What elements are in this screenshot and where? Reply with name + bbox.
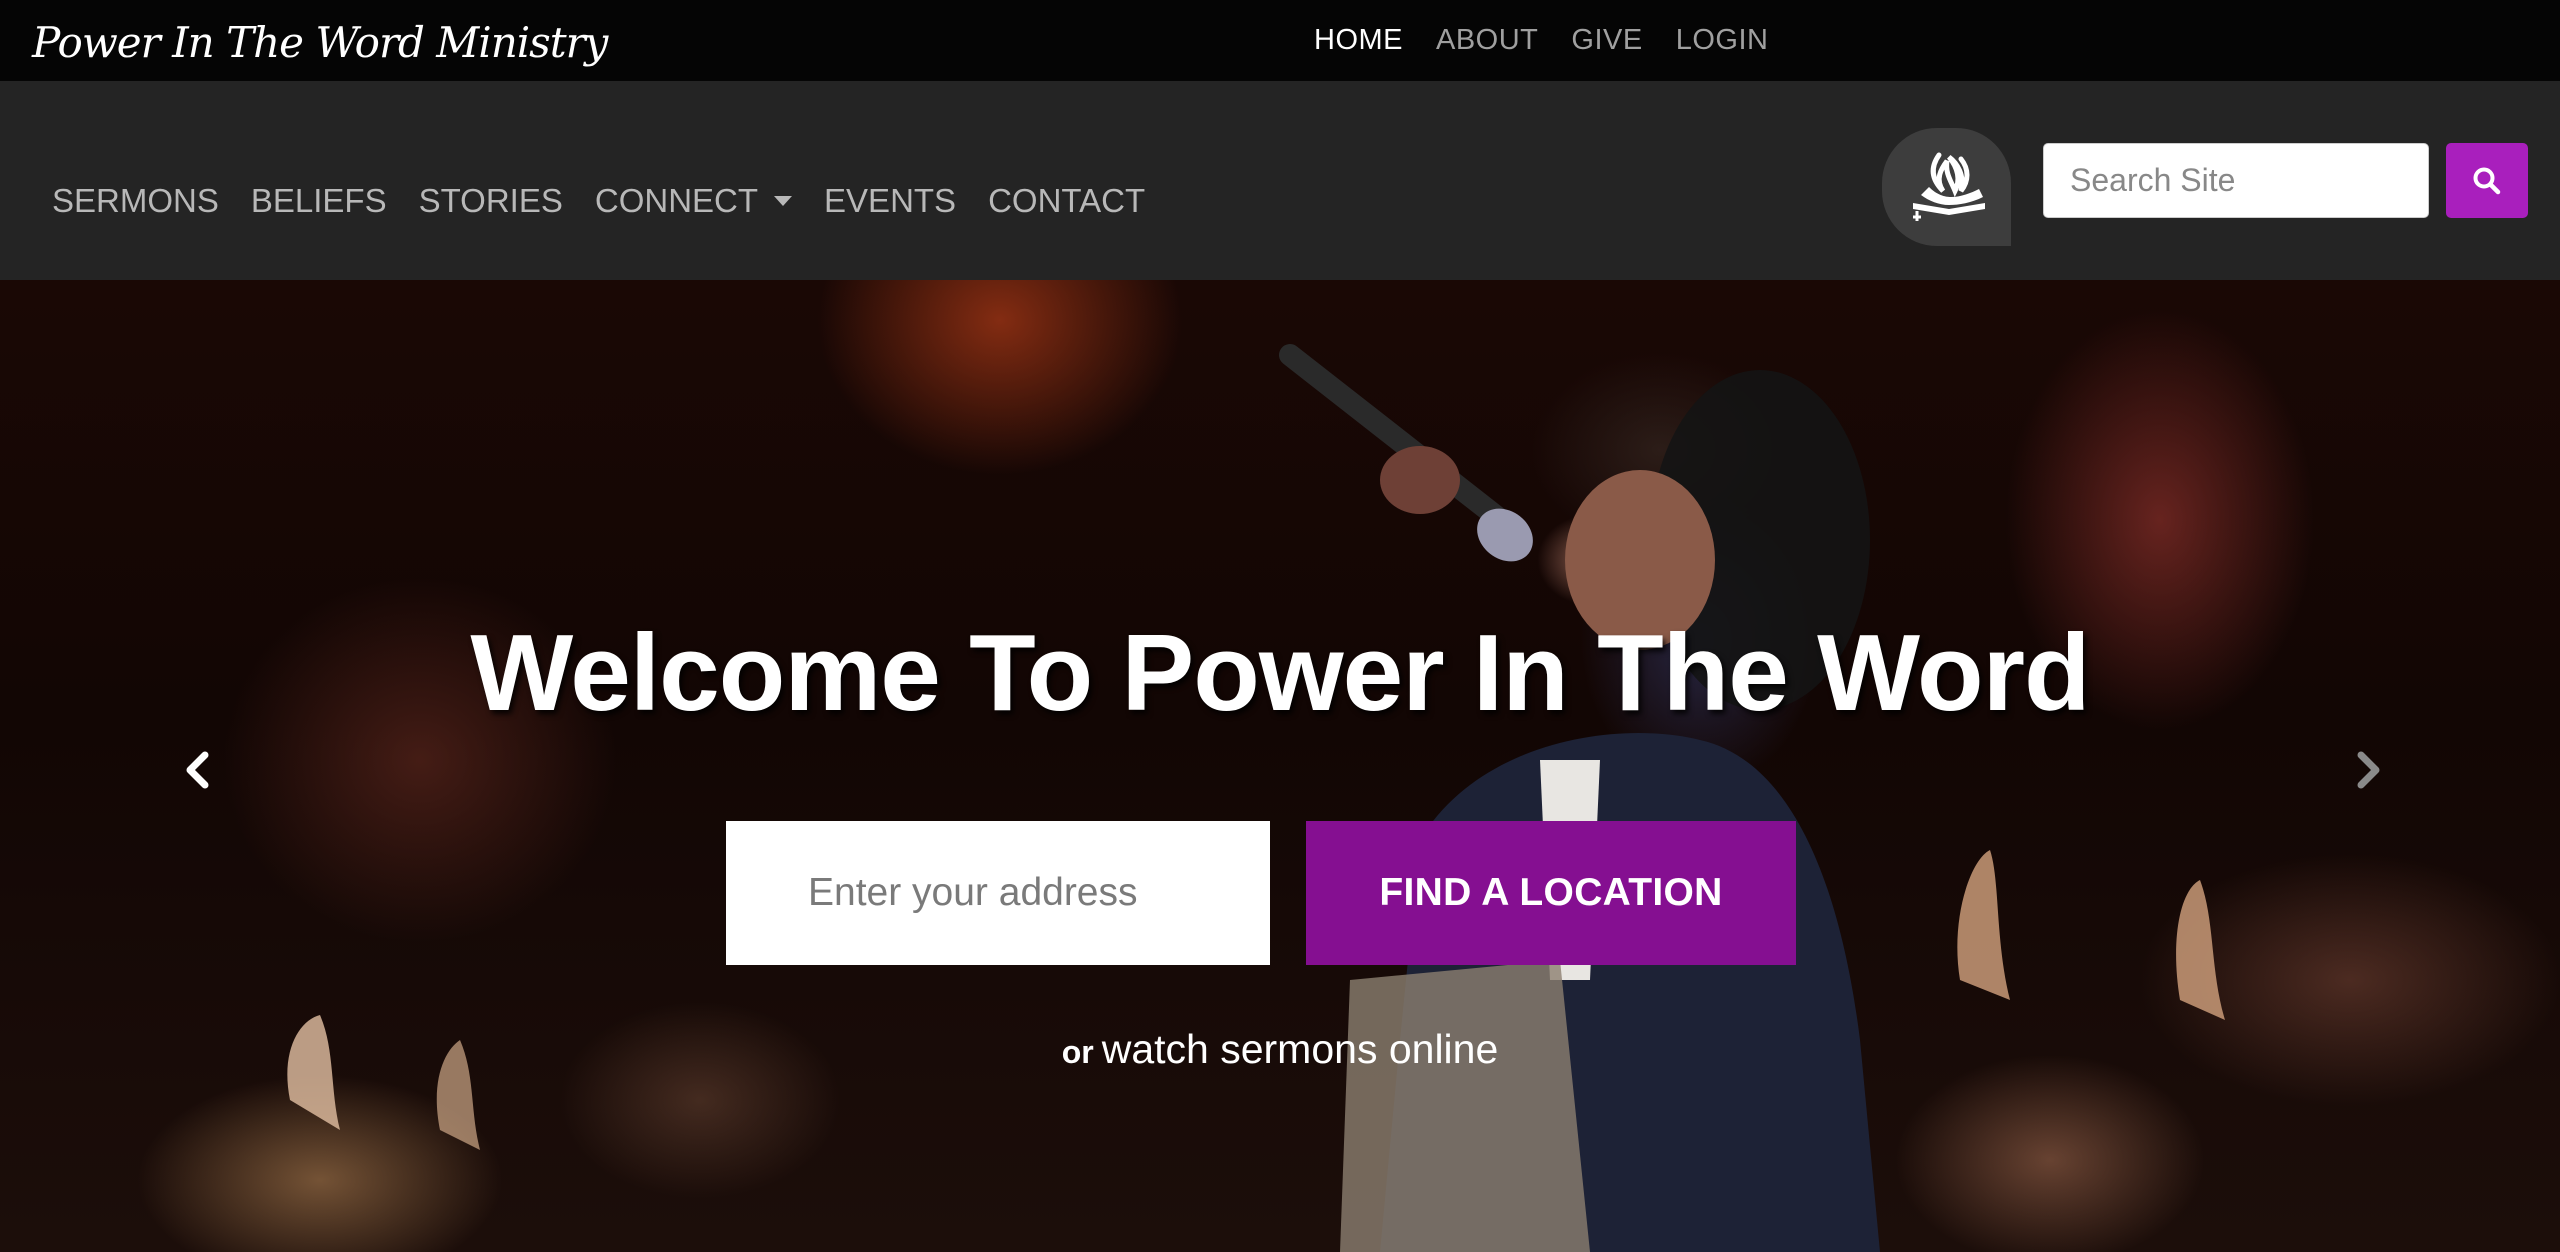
- nav-connect[interactable]: CONNECT: [594, 182, 793, 220]
- nav-events[interactable]: EVENTS: [824, 182, 956, 220]
- hero-background-image: [287, 344, 2225, 1252]
- top-bar: Power In The Word Ministry HOME ABOUT GI…: [0, 0, 2560, 81]
- or-text: or: [1061, 1034, 1094, 1070]
- search-button[interactable]: [2446, 143, 2528, 218]
- nav-stories[interactable]: STORIES: [419, 182, 563, 220]
- nav-connect-label: CONNECT: [594, 182, 759, 219]
- nav-sermons[interactable]: SERMONS: [52, 182, 219, 220]
- top-nav-login[interactable]: LOGIN: [1676, 24, 1769, 57]
- carousel-prev-button[interactable]: [178, 750, 218, 790]
- search-input[interactable]: [2043, 143, 2429, 218]
- chevron-down-icon: [774, 196, 793, 206]
- address-input[interactable]: [726, 821, 1270, 965]
- watch-sermons-line: or watch sermons online: [0, 1026, 2560, 1073]
- hero-title: Welcome To Power In The Word: [470, 612, 2090, 734]
- top-nav-home[interactable]: HOME: [1314, 24, 1403, 57]
- search-icon: [2473, 167, 2501, 194]
- watch-sermons-link[interactable]: watch sermons online: [1102, 1026, 1499, 1072]
- find-location-button[interactable]: FIND A LOCATION: [1306, 821, 1796, 965]
- nav-contact[interactable]: CONTACT: [988, 182, 1145, 220]
- top-nav-give[interactable]: GIVE: [1571, 24, 1642, 57]
- site-brand[interactable]: Power In The Word Ministry: [32, 18, 608, 67]
- hero-carousel: Welcome To Power In The Word FIND A LOCA…: [0, 280, 2560, 1252]
- top-nav: HOME ABOUT GIVE LOGIN: [1314, 24, 1768, 57]
- ministry-logo-icon[interactable]: [1882, 128, 2011, 246]
- main-nav: SERMONS BELIEFS STORIES CONNECT EVENTS C…: [52, 182, 1145, 220]
- nav-beliefs[interactable]: BELIEFS: [251, 182, 387, 220]
- flame-bible-icon: [1912, 152, 1985, 221]
- chevron-right-icon: [2357, 751, 2380, 789]
- carousel-next-button[interactable]: [2348, 750, 2388, 790]
- top-nav-about[interactable]: ABOUT: [1436, 24, 1538, 57]
- chevron-left-icon: [186, 751, 209, 789]
